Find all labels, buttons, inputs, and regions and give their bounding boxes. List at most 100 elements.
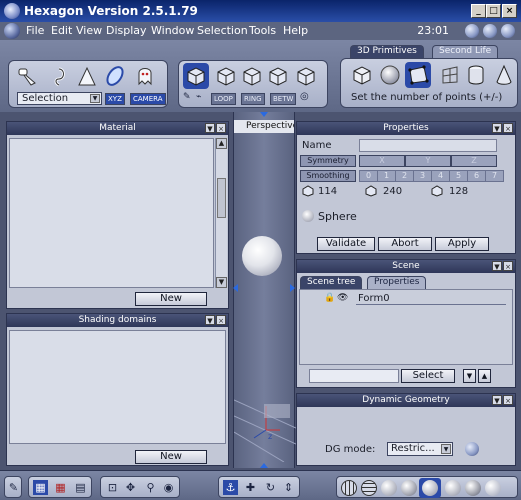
validate-button[interactable]: Validate [317, 237, 375, 251]
panel-close-icon[interactable]: × [503, 261, 513, 271]
camera-toggle[interactable]: CAMERA [130, 93, 166, 105]
menu-window[interactable]: Window [151, 24, 194, 37]
shaded-wire-icon[interactable] [422, 480, 438, 496]
sys-button-2-icon[interactable] [483, 24, 497, 38]
ambient-occlusion-icon[interactable] [485, 480, 501, 496]
smoothing-button[interactable]: Smoothing [300, 170, 356, 182]
dg-mode-dropdown[interactable]: Restric... ▼ [387, 442, 453, 456]
sphere-primitive-icon[interactable] [379, 64, 401, 86]
pencil-icon[interactable]: ✎ [183, 92, 194, 103]
panel-close-icon[interactable]: × [503, 123, 513, 133]
panel-menu-icon[interactable]: ▼ [492, 395, 502, 405]
panel-close-icon[interactable]: × [216, 315, 226, 325]
smoothing-level-7[interactable]: 7 [485, 170, 504, 182]
frame-icon[interactable]: ⊡ [105, 480, 120, 495]
shading-list[interactable] [9, 330, 226, 444]
sphere-object[interactable] [242, 236, 282, 276]
tab-scene-properties[interactable]: Properties [367, 276, 427, 289]
smoothing-level-6[interactable]: 6 [467, 170, 486, 182]
menu-view[interactable]: View [76, 24, 102, 37]
flat-shaded-icon[interactable] [381, 480, 397, 496]
lasso-select-icon[interactable] [47, 65, 71, 89]
layout-single-icon[interactable]: ▤ [73, 480, 88, 495]
symmetry-button[interactable]: Symmetry [300, 155, 356, 167]
viewport-top-arrow-icon[interactable] [260, 112, 268, 117]
symmetry-y[interactable]: Y [405, 155, 451, 167]
sys-button-3-icon[interactable] [501, 24, 515, 38]
loop-button[interactable]: LOOP [211, 93, 236, 105]
scroll-down-icon[interactable]: ▼ [216, 277, 227, 288]
tab-scene-tree[interactable]: Scene tree [300, 276, 363, 289]
material-list[interactable] [9, 138, 214, 288]
panel-menu-icon[interactable]: ▼ [492, 123, 502, 133]
smoothing-level-4[interactable]: 4 [431, 170, 450, 182]
maximize-button[interactable]: □ [486, 4, 501, 18]
menu-selection[interactable]: Selection [197, 24, 248, 37]
move-icon[interactable]: ✚ [243, 480, 258, 495]
ghost-select-icon[interactable] [133, 64, 157, 88]
brush-icon[interactable]: ⌁ [196, 92, 207, 103]
panel-close-icon[interactable]: × [503, 395, 513, 405]
cube-primitive-icon[interactable] [351, 64, 373, 86]
paint-select-icon[interactable] [75, 65, 99, 89]
panel-menu-icon[interactable]: ▼ [492, 261, 502, 271]
layout-four-icon[interactable]: ▦ [33, 480, 48, 495]
face-mode-icon[interactable] [215, 65, 237, 87]
menu-file[interactable]: File [26, 24, 44, 37]
universal-manipulator-icon[interactable]: ⚓ [223, 480, 238, 495]
between-button[interactable]: BETW [270, 93, 297, 105]
wrench-icon[interactable]: ✎ [6, 480, 21, 495]
scroll-down-icon[interactable]: ▼ [463, 369, 476, 383]
panel-close-icon[interactable]: × [216, 123, 226, 133]
scroll-up-icon[interactable]: ▲ [478, 369, 491, 383]
material-new-button[interactable]: New [135, 292, 207, 306]
apply-button[interactable]: Apply [435, 237, 489, 251]
layout-grid-icon[interactable]: ▦ [53, 480, 68, 495]
panel-menu-icon[interactable]: ▼ [205, 123, 215, 133]
menu-edit[interactable]: Edit [51, 24, 72, 37]
scroll-up-icon[interactable]: ▲ [216, 138, 227, 149]
pan-icon[interactable]: ✥ [123, 480, 138, 495]
panel-menu-icon[interactable]: ▼ [205, 315, 215, 325]
abort-button[interactable]: Abort [378, 237, 432, 251]
edge-mode-icon[interactable] [241, 65, 263, 87]
vertex-mode-icon[interactable] [267, 65, 289, 87]
selection-dropdown[interactable]: Selection ▼ [17, 92, 102, 105]
smooth-shaded-icon[interactable] [401, 480, 417, 496]
viewport-right-arrow-icon[interactable] [290, 284, 295, 292]
wireframe-hidden-icon[interactable] [361, 480, 377, 496]
material-scrollbar[interactable]: ▲ ▼ [215, 138, 227, 288]
smoothing-level-3[interactable]: 3 [413, 170, 432, 182]
scene-tree-view[interactable]: 🔒 👁 Form0 [299, 289, 513, 365]
smoothing-level-1[interactable]: 1 [377, 170, 396, 182]
auto-mode-icon[interactable] [295, 65, 317, 87]
select-arrow-icon[interactable] [17, 65, 41, 89]
viewport-left-arrow-icon[interactable] [233, 284, 238, 292]
menu-help[interactable]: Help [283, 24, 308, 37]
select-button[interactable]: Select [401, 369, 455, 383]
menu-tools[interactable]: Tools [249, 24, 276, 37]
scroll-thumb[interactable] [217, 178, 226, 218]
lock-icon[interactable]: 🔒 [324, 293, 335, 303]
tab-3d-primitives[interactable]: 3D Primitives [350, 45, 424, 58]
point-plane-icon[interactable] [407, 64, 429, 86]
view-eye-icon[interactable]: ◉ [161, 480, 176, 495]
shading-new-button[interactable]: New [135, 450, 207, 464]
object-mode-icon[interactable] [185, 65, 207, 87]
tree-item-form0[interactable]: Form0 [358, 293, 390, 304]
viewport-bottom-arrow-icon[interactable] [260, 463, 268, 468]
dg-options-icon[interactable] [465, 442, 479, 456]
ring-select-icon[interactable]: ◎ [300, 91, 309, 102]
wireframe-mode-icon[interactable] [341, 480, 357, 496]
tab-second-life[interactable]: Second Life [432, 45, 499, 58]
lit-icon[interactable] [465, 480, 481, 496]
rotate-icon[interactable]: ↻ [263, 480, 278, 495]
scale-icon[interactable]: ⇕ [281, 480, 296, 495]
xyz-toggle[interactable]: XYZ [105, 93, 125, 105]
ring-button[interactable]: RING [241, 93, 265, 105]
eye-icon[interactable]: 👁 [337, 293, 348, 303]
plane-primitive-icon[interactable] [439, 64, 461, 86]
hexagon-logo-icon[interactable] [4, 23, 20, 39]
minimize-button[interactable]: _ [471, 4, 486, 18]
name-field[interactable] [359, 139, 497, 152]
